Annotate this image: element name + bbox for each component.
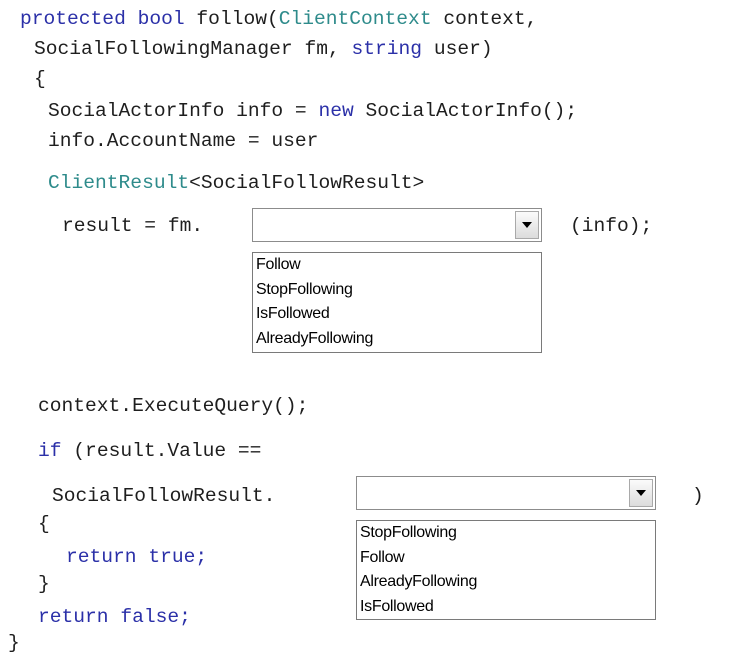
result-dropdown-button[interactable]	[629, 479, 653, 507]
option-stop-following[interactable]: StopFollowing	[253, 278, 541, 303]
keyword-new: new	[318, 100, 354, 122]
code-line-social-follow-result: SocialFollowResult.	[52, 485, 276, 507]
code-line-execute-query: context.ExecuteQuery();	[38, 395, 309, 417]
code-line-signature-2: SocialFollowingManager fm, string user)	[34, 37, 493, 61]
keyword-protected: protected	[20, 8, 126, 30]
code-line-if-close-brace: }	[38, 573, 50, 595]
keyword-true: true;	[148, 546, 208, 568]
code-line-return-true: return true;	[66, 545, 207, 569]
option-already-following[interactable]: AlreadyFollowing	[253, 327, 541, 352]
keyword-return: return	[66, 546, 137, 568]
keyword-return: return	[38, 606, 109, 628]
code-text: SocialActorInfo();	[365, 100, 578, 122]
param-user: user)	[433, 38, 493, 60]
code-line-if-open-brace: {	[38, 513, 50, 535]
chevron-down-icon	[522, 222, 532, 228]
code-text: <SocialFollowResult>	[189, 172, 425, 194]
code-line-open-brace: {	[34, 68, 46, 90]
option-is-followed[interactable]: IsFollowed	[253, 302, 541, 327]
type-client-context: ClientContext	[278, 8, 432, 30]
type-client-result: ClientResult	[48, 172, 190, 194]
keyword-bool: bool	[137, 8, 185, 30]
option-is-followed[interactable]: IsFollowed	[357, 595, 655, 620]
method-dropdown-button[interactable]	[515, 211, 539, 239]
code-line-client-result: ClientResult<SocialFollowResult>	[48, 171, 424, 195]
code-args-info: (info);	[570, 215, 653, 237]
method-name: follow(	[196, 8, 279, 30]
method-dropdown-list: Follow StopFollowing IsFollowed AlreadyF…	[252, 252, 542, 353]
code-line-result-assign: result = fm.	[62, 215, 204, 237]
keyword-false: false;	[120, 606, 191, 628]
code-line-close-brace: }	[8, 632, 20, 654]
chevron-down-icon	[636, 490, 646, 496]
code-line-return-false: return false;	[38, 605, 191, 629]
result-dropdown-list: StopFollowing Follow AlreadyFollowing Is…	[356, 520, 656, 620]
code-text: SocialActorInfo info =	[48, 100, 319, 122]
keyword-string: string	[351, 38, 423, 60]
param-context: context,	[443, 8, 538, 30]
code-line-signature-1: protected bool follow(ClientContext cont…	[20, 7, 537, 31]
code-text: (result.Value ==	[73, 440, 262, 462]
result-dropdown[interactable]	[356, 476, 656, 510]
code-line-if: if (result.Value ==	[38, 439, 261, 463]
keyword-if: if	[38, 440, 62, 462]
option-follow[interactable]: Follow	[253, 253, 541, 278]
param-fm: SocialFollowingManager fm,	[34, 38, 352, 60]
code-close-paren: )	[692, 485, 704, 507]
option-already-following[interactable]: AlreadyFollowing	[357, 570, 655, 595]
code-line-new-actor-info: SocialActorInfo info = new SocialActorIn…	[48, 99, 577, 123]
code-line-account-name: info.AccountName = user	[48, 130, 319, 152]
method-dropdown[interactable]	[252, 208, 542, 242]
option-follow[interactable]: Follow	[357, 546, 655, 571]
option-stop-following[interactable]: StopFollowing	[357, 521, 655, 546]
